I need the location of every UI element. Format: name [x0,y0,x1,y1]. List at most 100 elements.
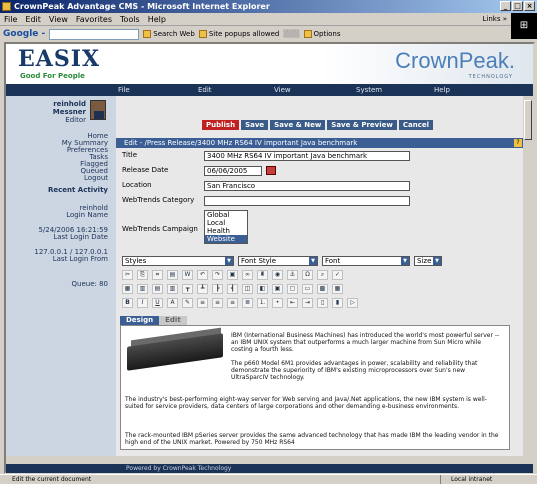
table-properties-icon[interactable]: ▥ [137,284,148,294]
cut-icon[interactable]: ✂ [122,270,133,280]
font-dropdown[interactable]: Font [322,256,410,266]
search-web-label: Search Web [153,30,195,38]
spellcheck-icon[interactable]: ✓ [332,270,343,280]
font-style-dropdown[interactable]: Font Style [238,256,318,266]
user-last-name: Messner [52,108,86,116]
release-date-input[interactable]: 06/06/2005 [204,166,262,176]
redo-icon[interactable]: ↷ [212,270,223,280]
bold-icon[interactable]: B [122,298,133,308]
tab-edit[interactable]: Edit [159,316,187,325]
highlight-icon[interactable]: ✎ [182,298,193,308]
justify-icon[interactable]: ≣ [242,298,253,308]
unordered-list-icon[interactable]: • [272,298,283,308]
autofill-button[interactable]: ▒▒▒ [283,30,299,38]
split-cells-icon[interactable]: ◧ [257,284,268,294]
anchor-icon[interactable]: ⚓ [287,270,298,280]
template-icon[interactable]: ▮ [332,298,343,308]
maximize-button[interactable]: □ [512,1,523,11]
align-left-icon[interactable]: ≡ [197,298,208,308]
rich-text-editor[interactable]: IBM (International Business Machines) ha… [120,325,510,450]
column-icon[interactable]: ▥ [167,284,178,294]
tab-design[interactable]: Design [120,316,160,325]
insert-col-icon[interactable]: ┣ [212,284,223,294]
crop-icon[interactable]: ⌗ [152,270,163,280]
link-icon[interactable]: ∞ [242,270,253,280]
copy-icon[interactable]: ⎘ [137,270,148,280]
campaign-option-website[interactable]: Website [205,235,247,243]
find-icon[interactable]: ⌕ [317,270,328,280]
nav-file[interactable]: File [118,84,130,96]
delete-row-icon[interactable]: ┻ [197,284,208,294]
media-icon[interactable]: ▩ [317,284,328,294]
menu-favorites[interactable]: Favorites [76,13,112,25]
size-dropdown[interactable]: Size [414,256,442,266]
indent-icon[interactable]: ⇥ [302,298,313,308]
image-icon[interactable]: ▣ [227,270,238,280]
title-input[interactable]: 3400 MHz RS64 IV important Java benchmar… [204,151,410,161]
menu-edit[interactable]: Edit [25,13,41,25]
webtrends-category-input[interactable] [204,196,410,206]
status-bar: Edit the current document Local intranet [0,474,537,484]
cell-props-icon[interactable]: ▣ [272,284,283,294]
row-icon[interactable]: ▤ [152,284,163,294]
document-icon[interactable]: ▯ [317,298,328,308]
insert-row-icon[interactable]: ┳ [182,284,193,294]
merge-cells-icon[interactable]: ◫ [242,284,253,294]
links-toolbar[interactable]: Links » [483,13,508,26]
publish-button[interactable]: Publish [202,120,240,130]
search-web-button[interactable]: Search Web [143,30,195,38]
webtrends-campaign-listbox[interactable]: Global Local Health Website [204,210,248,244]
campaign-option-global[interactable]: Global [205,211,247,219]
minimize-button[interactable]: _ [500,1,511,11]
align-center-icon[interactable]: ≡ [212,298,223,308]
nav-edit[interactable]: Edit [198,84,212,96]
italic-icon[interactable]: I [137,298,148,308]
menu-view[interactable]: View [49,13,68,25]
ordered-list-icon[interactable]: ⒈ [257,298,268,308]
menu-tools[interactable]: Tools [120,13,140,25]
close-button[interactable]: × [524,1,535,11]
campaign-option-health[interactable]: Health [205,227,247,235]
nav-system[interactable]: System [356,84,382,96]
save-button[interactable]: Save [241,120,269,130]
hr-icon[interactable]: ▭ [302,284,313,294]
grid-icon[interactable]: ▦ [332,284,343,294]
horizontal-scrollbar[interactable] [6,456,533,464]
styles-dropdown[interactable]: Styles [122,256,234,266]
cancel-button[interactable]: Cancel [398,120,433,130]
underline-icon[interactable]: U [152,298,163,308]
trophy-icon[interactable]: ♜ [257,270,268,280]
text-color-icon[interactable]: A [167,298,178,308]
options-button[interactable]: Options [303,30,341,38]
options-label: Options [313,30,341,38]
nav-help[interactable]: Help [434,84,450,96]
table-icon[interactable]: ▦ [122,284,133,294]
align-right-icon[interactable]: ≡ [227,298,238,308]
undo-icon[interactable]: ↶ [197,270,208,280]
save-preview-button[interactable]: Save & Preview [327,120,397,130]
calendar-icon[interactable] [266,166,276,175]
delete-col-icon[interactable]: ┫ [227,284,238,294]
title-label: Title [122,151,138,159]
special-char-icon[interactable]: Ω [302,270,313,280]
source-icon[interactable]: ▷ [347,298,358,308]
popup-blocker-button[interactable]: Site popups allowed [198,30,279,38]
login-from-label: Last Login From [52,255,108,263]
help-icon[interactable]: ? [514,139,522,147]
form-icon[interactable]: ▢ [287,284,298,294]
menu-help[interactable]: Help [148,13,166,25]
campaign-option-local[interactable]: Local [205,219,247,227]
vertical-scrollbar[interactable] [523,96,533,456]
google-search-input[interactable] [49,28,140,40]
paste-icon[interactable]: ▤ [167,270,178,280]
paste-word-icon[interactable]: W [182,270,193,280]
sidebar-link-logout[interactable]: Logout [28,174,108,182]
flash-icon[interactable]: ◉ [272,270,283,280]
menu-file[interactable]: File [4,13,17,25]
google-logo[interactable]: Google - [3,29,45,39]
vertical-scroll-thumb[interactable] [524,100,532,140]
save-new-button[interactable]: Save & New [270,120,326,130]
outdent-icon[interactable]: ⇤ [287,298,298,308]
location-input[interactable]: San Francisco [204,181,410,191]
nav-view[interactable]: View [274,84,291,96]
